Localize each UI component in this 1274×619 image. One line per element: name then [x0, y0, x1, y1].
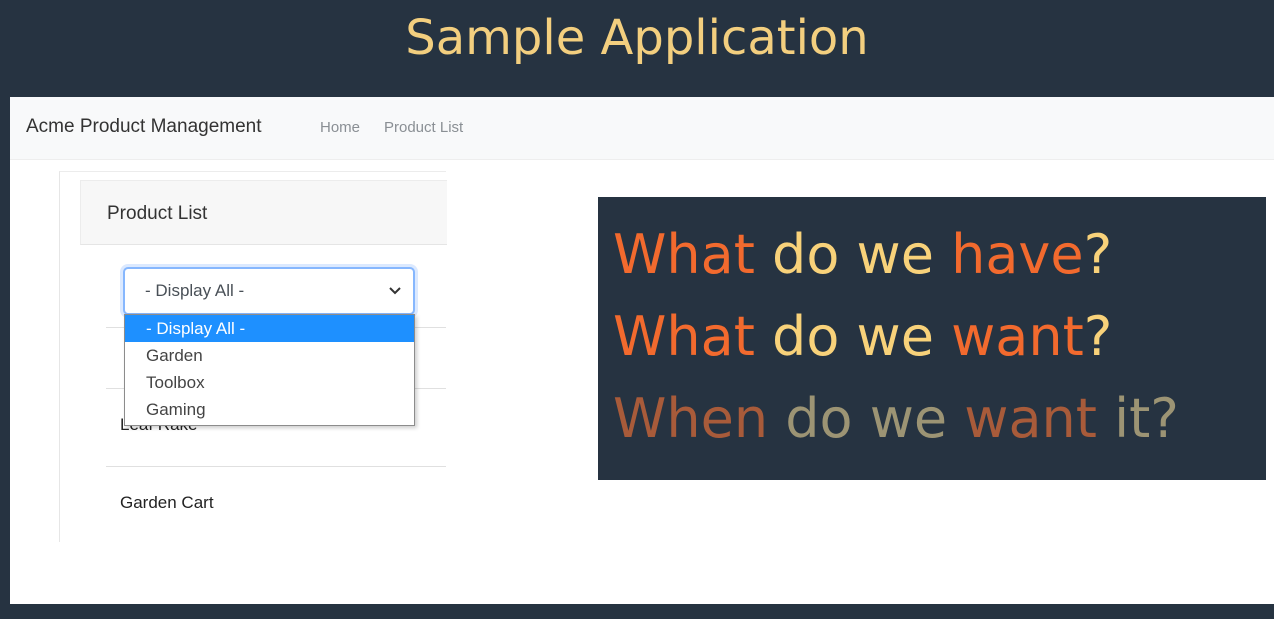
- dropdown-option-toolbox[interactable]: Toolbox: [125, 369, 414, 396]
- question-line: What do we have?: [613, 223, 1113, 286]
- dropdown-option-gaming[interactable]: Gaming: [125, 396, 414, 423]
- nav-link-product-list[interactable]: Product List: [384, 119, 463, 136]
- slide-title: Sample Application: [405, 10, 869, 66]
- app-window: Acme Product Management Home Product Lis…: [10, 97, 1274, 604]
- dropdown-option-garden[interactable]: Garden: [125, 342, 414, 369]
- chevron-down-icon: [389, 287, 401, 295]
- question-callout: What do we have? What do we want? When d…: [598, 197, 1266, 480]
- select-value: - Display All -: [145, 281, 245, 300]
- card-header: Product List: [80, 180, 447, 245]
- product-name: Garden Cart: [120, 493, 214, 512]
- nav-link-home[interactable]: Home: [320, 119, 360, 136]
- category-filter-select[interactable]: - Display All -: [123, 267, 415, 315]
- table-row: Garden Cart: [106, 466, 446, 543]
- navbar: Acme Product Management Home Product Lis…: [10, 97, 1274, 160]
- question-line: What do we want?: [613, 305, 1113, 368]
- category-dropdown-list: - Display All - Garden Toolbox Gaming: [124, 314, 415, 426]
- brand-name[interactable]: Acme Product Management: [26, 116, 262, 138]
- card-title: Product List: [107, 203, 208, 224]
- dropdown-option-display-all[interactable]: - Display All -: [125, 315, 414, 342]
- question-line: When do we want it?: [613, 387, 1179, 450]
